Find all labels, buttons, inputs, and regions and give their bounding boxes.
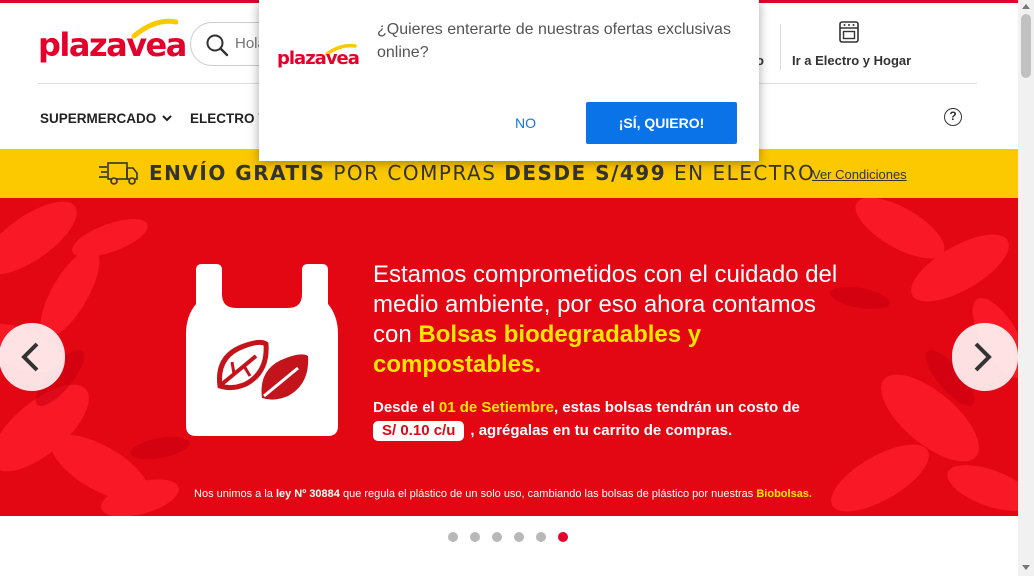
notification-popup: plazavea ¿Quieres enterarte de nuestras …	[259, 0, 759, 161]
promo-normal-1: POR COMPRAS	[333, 161, 497, 185]
chevron-down-icon	[162, 115, 172, 122]
promo-text: ENVÍO GRATIS POR COMPRAS DESDE S/499 EN …	[149, 161, 815, 185]
biobag-icon	[186, 264, 338, 436]
logo-text: plazavea	[38, 26, 187, 64]
nav-electro[interactable]: ELECTRO Y	[190, 111, 267, 126]
banner-sub-suffix: , agrégalas en tu carrito de compras.	[470, 422, 733, 439]
banner-foot-prefix: Nos unimos a la	[194, 488, 273, 500]
ver-condiciones-link[interactable]: Ver Condiciones	[812, 167, 907, 182]
help-icon[interactable]: ?	[944, 108, 962, 126]
header-divider	[780, 24, 781, 70]
truck-icon	[99, 162, 138, 185]
banner-sub-prefix: Desde el	[373, 399, 435, 416]
popup-message: ¿Quieres enterarte de nuestras ofertas e…	[377, 21, 731, 61]
nav-electro-label: ELECTRO Y	[190, 111, 268, 126]
plazavea-logo[interactable]: plazavea	[38, 16, 187, 66]
popup-logo-text: plazavea	[277, 48, 360, 69]
nav-supermercado-label: SUPERMERCADO	[40, 111, 157, 126]
carousel-dot[interactable]	[514, 532, 524, 542]
banner-footnote: Nos unimos a la ley Nº 30884 que regula …	[0, 488, 1006, 500]
banner-headline-highlight: Bolsas biodegradables y compostables.	[373, 321, 702, 378]
carousel-dot[interactable]	[536, 532, 546, 542]
banner-headline: Estamos comprometidos con el cuidado del…	[373, 260, 853, 380]
stove-icon[interactable]	[838, 20, 860, 44]
search-icon[interactable]	[205, 33, 229, 57]
scrollbar[interactable]	[1018, 0, 1034, 576]
nav-supermercado[interactable]: SUPERMERCADO	[40, 111, 172, 126]
banner-subtext: Desde el 01 de Setiembre, estas bolsas t…	[373, 396, 843, 442]
chevron-left-icon	[21, 342, 39, 372]
scroll-down-arrow-icon[interactable]	[1022, 565, 1030, 571]
hero-banner[interactable]: Estamos comprometidos con el cuidado del…	[0, 198, 1018, 516]
carousel-dots	[448, 532, 580, 544]
banner-sub-middle: , estas bolsas tendrán un costo de	[553, 399, 800, 416]
price-badge: S/ 0.10 c/u	[373, 421, 465, 441]
banner-foot-middle: que regula el plástico de un solo uso, c…	[342, 488, 754, 500]
carousel-dot[interactable]	[558, 532, 568, 542]
promo-normal-2: EN ELECTRO	[674, 161, 816, 185]
promo-bold-2: DESDE S/499	[504, 161, 667, 185]
carousel-dot[interactable]	[492, 532, 502, 542]
popup-no-button[interactable]: NO	[507, 103, 544, 143]
banner-foot-law: ley Nº 30884	[275, 488, 340, 500]
chevron-right-icon	[974, 342, 992, 372]
banner-sub-date: 01 de Setiembre	[438, 399, 554, 416]
carousel-prev-button[interactable]	[0, 323, 65, 391]
popup-yes-button[interactable]: ¡SÍ, QUIERO!	[586, 102, 737, 144]
scrollbar-thumb[interactable]	[1021, 14, 1031, 78]
page: plazavea o Ir a Electro y Hogar SUPERMER…	[0, 0, 1034, 576]
carousel-dot[interactable]	[470, 532, 480, 542]
carousel-dot[interactable]	[448, 532, 458, 542]
banner-foot-highlight: Biobolsas.	[756, 488, 812, 500]
electro-hogar-link[interactable]: Ir a Electro y Hogar	[792, 53, 911, 68]
carousel-next-button[interactable]	[952, 323, 1018, 391]
scroll-up-arrow-icon[interactable]	[1022, 3, 1030, 9]
promo-bold-1: ENVÍO GRATIS	[149, 161, 326, 185]
